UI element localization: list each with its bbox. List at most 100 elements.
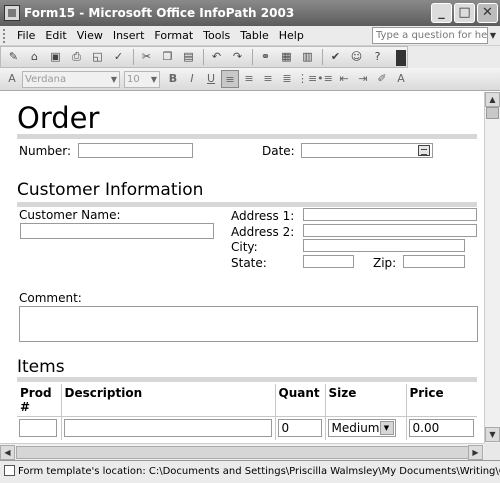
scroll-left-icon[interactable]: ◀ [0,445,15,460]
date-field[interactable] [301,143,433,158]
menu-format[interactable]: Format [149,29,198,42]
customer-section-divider [17,202,477,207]
title-bar: Form15 - Microsoft Office InfoPath 2003 … [0,0,500,26]
increase-indent-icon[interactable]: ⇥ [354,70,372,88]
standard-toolbar: ✎ ⌂ ▣ ⎙ ◱ ✓ ✂ ❐ ▤ ↶ ↷ ⚭ ▦ ▥ ✔ ☺ ? [0,46,408,68]
menu-view[interactable]: View [72,29,108,42]
menu-tools[interactable]: Tools [198,29,235,42]
print-preview-icon[interactable]: ◱ [88,48,107,66]
views-icon[interactable]: ▥ [298,48,317,66]
help-dropdown-icon[interactable]: ▼ [490,31,496,40]
font-size-select[interactable]: 10 ▼ [124,70,160,88]
items-section-heading: Items [17,357,65,377]
column-header-quant: Quant [275,384,326,417]
menu-help[interactable]: Help [274,29,309,42]
minimize-button[interactable]: _ [431,3,452,23]
size-value: Medium [331,421,380,436]
vertical-scrollbar[interactable]: ▲ ▼ [484,92,500,443]
table-header-row: Prod # Description Quant Size Price [17,384,477,417]
justify-icon[interactable]: ≣ [278,70,296,88]
spelling-icon[interactable]: ✓ [109,48,128,66]
window-title: Form15 - Microsoft Office InfoPath 2003 [24,6,295,20]
vertical-scroll-thumb[interactable] [486,107,499,119]
print-icon[interactable]: ⎙ [67,48,86,66]
font-color-icon[interactable]: A [392,70,410,88]
horizontal-scrollbar[interactable]: ◀ ▶ [0,443,484,460]
chevron-down-icon[interactable]: ▼ [379,421,394,436]
save-icon[interactable]: ▣ [46,48,65,66]
submit-icon[interactable]: ✔ [326,48,345,66]
cut-icon[interactable]: ✂ [137,48,156,66]
number-label: Number: [19,144,72,158]
address1-label: Address 1: [231,209,295,223]
maximize-button[interactable]: □ [454,3,475,23]
size-select[interactable]: Medium ▼ [327,419,396,438]
menu-bar: File Edit View Insert Format Tools Table… [0,26,500,46]
status-text: Form template's location: C:\Documents a… [18,466,500,477]
comment-field[interactable] [19,306,478,342]
table-row: 0 Medium ▼ 0.00 [17,416,477,440]
address2-field[interactable] [303,224,477,237]
underline-button[interactable]: U [202,70,220,88]
paste-icon[interactable]: ▤ [179,48,198,66]
numbering-icon[interactable]: ⋮≡ [297,70,317,88]
menu-table[interactable]: Table [235,29,273,42]
redo-icon[interactable]: ↷ [228,48,247,66]
highlight-icon[interactable]: ✐ [373,70,391,88]
infopath-app-icon[interactable] [4,5,20,21]
calendar-icon[interactable] [418,145,430,156]
hyperlink-icon[interactable]: ⚭ [256,48,275,66]
toolbar-separator [252,49,253,65]
design-icon[interactable]: ✎ [4,48,23,66]
font-select[interactable]: Verdana ▼ [22,70,120,88]
address2-label: Address 2: [231,225,295,239]
price-field[interactable]: 0.00 [408,419,474,438]
table-icon[interactable]: ▦ [277,48,296,66]
align-left-icon[interactable]: ≡ [221,70,239,88]
menubar-grip[interactable] [3,28,9,43]
bold-button[interactable]: B [164,70,182,88]
align-right-icon[interactable]: ≡ [259,70,277,88]
menu-file[interactable]: File [12,29,40,42]
column-header-prod: Prod # [17,384,62,417]
quantity-field[interactable]: 0 [277,419,322,438]
scroll-down-icon[interactable]: ▼ [485,427,500,442]
column-header-price: Price [409,386,444,400]
status-bar: Form template's location: C:\Documents a… [0,460,500,483]
toolbar-separator [322,49,323,65]
help-icon[interactable]: ? [368,48,387,66]
customer-name-field[interactable] [20,223,214,239]
date-label: Date: [262,144,295,158]
digital-signature-icon[interactable]: ☺ [347,48,366,66]
help-search-input[interactable]: Type a question for help [372,27,488,44]
description-field[interactable] [63,419,272,438]
number-field[interactable] [78,143,193,158]
copy-icon[interactable]: ❐ [158,48,177,66]
decrease-indent-icon[interactable]: ⇤ [335,70,353,88]
styles-icon[interactable]: A [3,70,21,88]
scroll-right-icon[interactable]: ▶ [468,445,483,460]
zip-field[interactable] [403,255,465,268]
undo-icon[interactable]: ↶ [207,48,226,66]
prod-number-field[interactable] [19,419,57,438]
italic-button[interactable]: I [183,70,201,88]
column-header-size: Size [325,384,407,417]
state-field[interactable] [303,255,354,268]
help-search-placeholder: Type a question for help [376,30,488,41]
close-button[interactable]: ✕ [477,3,498,23]
horizontal-scroll-thumb[interactable] [16,446,476,459]
address1-field[interactable] [303,208,477,221]
customer-name-label: Customer Name: [19,208,121,222]
bullets-icon[interactable]: •≡ [316,70,334,88]
align-center-icon[interactable]: ≡ [240,70,258,88]
menu-edit[interactable]: Edit [40,29,71,42]
toolbar-options-icon[interactable] [396,50,406,66]
city-field[interactable] [303,239,465,252]
open-icon[interactable]: ⌂ [25,48,44,66]
toolbar-separator [133,49,134,65]
customer-section-heading: Customer Information [17,180,204,200]
scroll-up-icon[interactable]: ▲ [485,92,500,107]
items-section-divider [17,377,477,382]
menu-insert[interactable]: Insert [108,29,150,42]
toolbar-empty-area [408,46,500,68]
